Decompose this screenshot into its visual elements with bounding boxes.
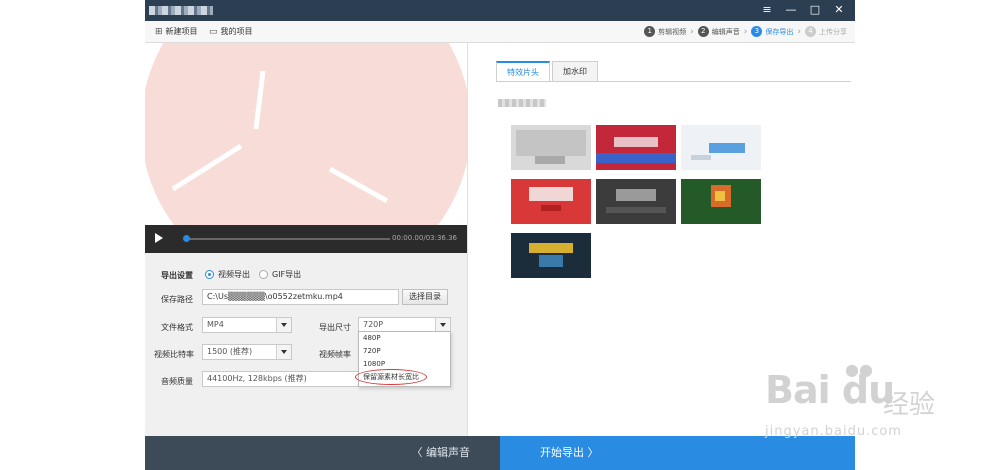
workflow-steps: 1 剪辑视频 › 2 编辑声音 › 3 保存导出 › 4 上传分享 — [644, 26, 847, 37]
step-label: 剪辑视频 — [658, 27, 687, 36]
step-label: 上传分享 — [819, 27, 847, 36]
intro-thumbnail-2[interactable] — [596, 125, 676, 170]
intro-thumbnail-6[interactable] — [681, 179, 761, 224]
settings-menu-icon[interactable]: ≡ — [759, 3, 775, 17]
export-size-dropdown: 480P 720P 1080P 保留源素材长宽比 — [355, 331, 451, 387]
tab-intro-effects[interactable]: 特效片头 — [496, 61, 550, 81]
left-panel: 00:00.00/03:36.36 导出设置 视频导出 GIF导出 保存路径 C… — [145, 43, 467, 436]
intro-thumbnail-1[interactable] — [511, 125, 591, 170]
highlight-ring — [355, 369, 427, 385]
maximize-button[interactable]: □ — [807, 3, 823, 17]
step-number: 3 — [751, 26, 763, 37]
intro-thumbnail-3[interactable] — [681, 125, 761, 170]
new-project-label: 新建项目 — [165, 27, 198, 36]
intro-thumbnail-5[interactable] — [596, 179, 676, 224]
gif-export-radio[interactable]: GIF导出 — [259, 269, 301, 280]
back-edit-audio-button[interactable]: 〈 编辑声音 — [145, 436, 500, 470]
title-bar: ≡ — □ ✕ — [145, 0, 855, 21]
folder-icon: ▭ — [209, 26, 218, 37]
save-path-input[interactable]: C:\Us▒▒▒▒▒▒\o0552zetmku.mp4 — [202, 289, 399, 305]
select-value: 44100Hz, 128kbps (推荐) — [207, 374, 307, 383]
select-value: MP4 — [207, 320, 224, 329]
watermark-brand: Bai du — [765, 368, 895, 412]
intro-thumbnail-7[interactable] — [511, 233, 591, 278]
step-label: 编辑声音 — [711, 27, 740, 36]
export-settings-label: 导出设置 — [161, 271, 193, 280]
select-value: 1500 (推荐) — [207, 347, 253, 356]
bottom-bar: 〈 编辑声音 开始导出 〉 — [145, 436, 855, 470]
play-icon[interactable] — [155, 233, 163, 243]
select-value: 720P — [363, 320, 384, 329]
chevron-right-icon: › — [797, 26, 801, 37]
my-projects-label: 我的项目 — [220, 27, 253, 36]
step-label: 保存导出 — [765, 27, 794, 36]
step-number: 1 — [644, 26, 656, 37]
audio-quality-label: 音频质量 — [161, 377, 193, 386]
radio-label: 视频导出 — [218, 270, 250, 279]
baidu-jingyan-watermark: ●● Bai du 经验 jingyan.baidu.com — [765, 360, 990, 450]
step-edit-audio[interactable]: 2 编辑声音 — [697, 26, 740, 37]
player-controls: 00:00.00/03:36.36 — [145, 225, 467, 253]
playback-time: 00:00.00/03:36.36 — [392, 234, 457, 242]
size-option-720p[interactable]: 720P — [359, 345, 450, 358]
new-project-button[interactable]: ⊞ 新建项目 — [155, 26, 198, 37]
my-projects-button[interactable]: ▭ 我的项目 — [209, 26, 253, 37]
app-logo — [149, 6, 213, 15]
step-save-export[interactable]: 3 保存导出 — [751, 26, 793, 37]
video-preview — [145, 43, 467, 225]
radio-dot — [205, 270, 214, 279]
section-heading-blurred — [498, 99, 546, 107]
browse-button[interactable]: 选择目录 — [402, 289, 448, 305]
close-button[interactable]: ✕ — [831, 3, 847, 17]
effect-tabs: 特效片头 加水印 — [496, 61, 600, 81]
save-path-label: 保存路径 — [161, 295, 193, 304]
minimize-button[interactable]: — — [783, 3, 799, 17]
chevron-down-icon — [435, 318, 450, 332]
chevron-down-icon — [276, 318, 291, 332]
step-upload-share[interactable]: 4 上传分享 — [805, 26, 847, 37]
loading-graphic — [145, 43, 467, 225]
step-number: 4 — [805, 26, 816, 37]
seek-bar[interactable] — [185, 238, 390, 240]
audio-quality-select[interactable]: 44100Hz, 128kbps (推荐) — [202, 371, 362, 387]
seek-handle[interactable] — [183, 235, 190, 242]
video-bitrate-select[interactable]: 1500 (推荐) — [202, 344, 292, 360]
new-project-icon: ⊞ — [155, 26, 163, 37]
radio-dot — [259, 270, 268, 279]
export-size-label: 导出尺寸 — [319, 323, 351, 332]
chevron-right-icon: › — [743, 26, 748, 37]
intro-thumbnail-4[interactable] — [511, 179, 591, 224]
frame-rate-label: 视频帧率 — [319, 350, 351, 359]
chevron-right-icon: › — [690, 26, 694, 37]
file-format-select[interactable]: MP4 — [202, 317, 292, 333]
video-export-radio[interactable]: 视频导出 — [205, 269, 250, 280]
watermark-url: jingyan.baidu.com — [765, 424, 902, 439]
tab-divider — [496, 81, 851, 82]
watermark-cn: 经验 — [883, 390, 936, 420]
app-window: ≡ — □ ✕ ⊞ 新建项目 ▭ 我的项目 1 剪辑视频 › 2 编辑声音 › … — [145, 0, 855, 470]
radio-label: GIF导出 — [272, 270, 302, 279]
tab-watermark[interactable]: 加水印 — [552, 61, 598, 81]
chevron-down-icon — [276, 345, 291, 359]
menu-bar: ⊞ 新建项目 ▭ 我的项目 1 剪辑视频 › 2 编辑声音 › 3 保存导出 › — [145, 21, 855, 43]
video-bitrate-label: 视频比特率 — [154, 350, 194, 359]
step-edit-video[interactable]: 1 剪辑视频 — [644, 26, 686, 37]
file-format-label: 文件格式 — [161, 323, 193, 332]
size-option-480p[interactable]: 480P — [359, 332, 450, 345]
step-number: 2 — [697, 26, 709, 37]
